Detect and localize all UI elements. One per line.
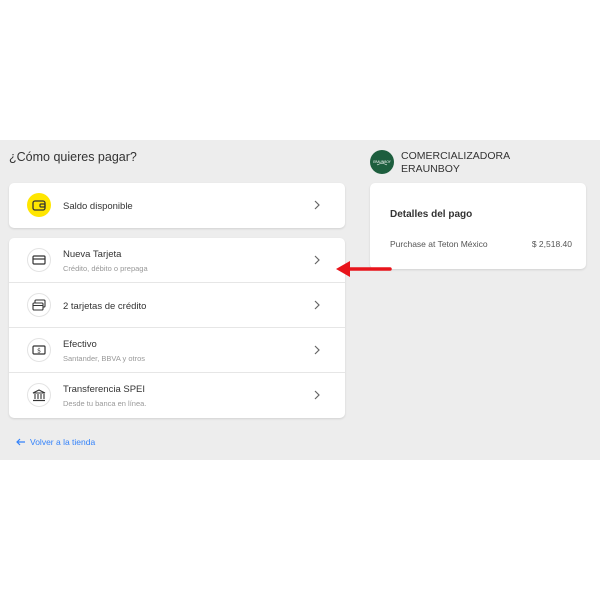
balance-label: Saldo disponible xyxy=(63,201,133,212)
payment-option-two-cards[interactable]: 2 tarjetas de crédito xyxy=(9,283,345,328)
option-label: Transferencia SPEI xyxy=(63,384,146,395)
cash-icon: $ xyxy=(27,338,51,362)
page-title: ¿Cómo quieres pagar? xyxy=(9,150,137,164)
purchase-description: Purchase at Teton México xyxy=(390,239,488,249)
balance-card[interactable]: Saldo disponible xyxy=(9,183,345,228)
back-to-store-link[interactable]: Volver a la tienda xyxy=(16,437,95,447)
back-link-label: Volver a la tienda xyxy=(30,437,96,447)
chevron-right-icon xyxy=(314,200,320,210)
wallet-icon xyxy=(27,193,51,217)
option-label: 2 tarjetas de crédito xyxy=(63,301,147,312)
chevron-right-icon xyxy=(314,390,320,400)
payment-methods-list: Nueva Tarjeta Crédito, débito o prepaga … xyxy=(9,238,345,418)
card-icon xyxy=(27,248,51,272)
chevron-right-icon xyxy=(314,345,320,355)
option-sublabel: Crédito, débito o prepaga xyxy=(63,264,148,273)
option-sublabel: Desde tu banca en línea. xyxy=(63,399,147,408)
purchase-amount: $ 2,518.40 xyxy=(531,239,572,249)
payment-option-cash[interactable]: $ Efectivo Santander, BBVA y otros xyxy=(9,328,345,373)
arrow-left-icon xyxy=(16,438,25,446)
bank-icon xyxy=(27,383,51,407)
details-title: Detalles del pago xyxy=(390,209,473,220)
merchant-name: COMERCIALIZADORA ERAUNBOY xyxy=(401,150,510,175)
cards-icon xyxy=(27,293,51,317)
svg-text:$: $ xyxy=(37,348,41,355)
chevron-right-icon xyxy=(314,255,320,265)
option-label: Efectivo xyxy=(63,339,97,350)
chevron-right-icon xyxy=(314,300,320,310)
payment-option-spei[interactable]: Transferencia SPEI Desde tu banca en lín… xyxy=(9,373,345,418)
option-sublabel: Santander, BBVA y otros xyxy=(63,354,145,363)
payment-details-card: Detalles del pago Purchase at Teton Méxi… xyxy=(370,183,586,269)
payment-option-new-card[interactable]: Nueva Tarjeta Crédito, débito o prepaga xyxy=(9,238,345,283)
option-label: Nueva Tarjeta xyxy=(63,249,122,260)
balance-option[interactable]: Saldo disponible xyxy=(9,183,345,228)
annotation-arrow-icon xyxy=(336,261,392,277)
merchant-logo: ERAUNBOY xyxy=(370,150,394,174)
